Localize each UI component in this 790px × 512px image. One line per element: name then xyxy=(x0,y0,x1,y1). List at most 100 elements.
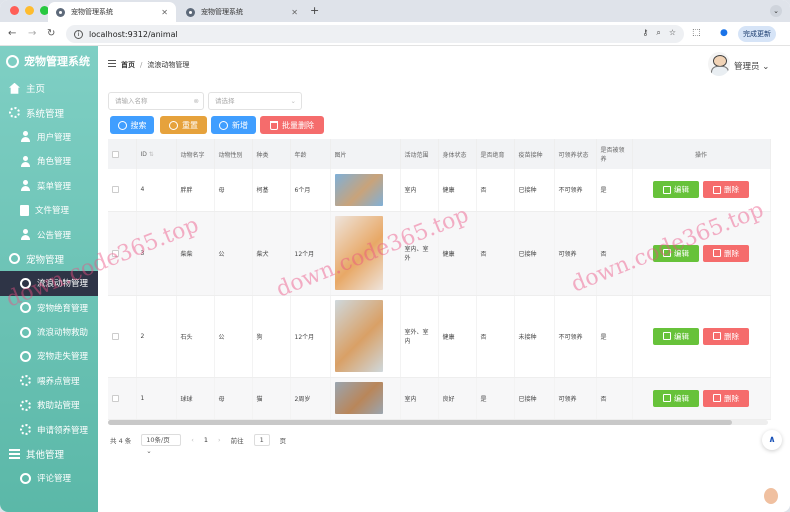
animal-photo[interactable] xyxy=(334,382,383,414)
sidebar-item[interactable]: 公告管理 xyxy=(0,222,98,246)
table-cell: 6个月 xyxy=(290,169,331,212)
table-cell: 柯基 xyxy=(252,169,291,212)
new-tab-icon[interactable]: + xyxy=(310,4,319,17)
delete-button-label: 删除 xyxy=(724,248,739,258)
sidebar-item[interactable]: 菜单管理 xyxy=(0,174,98,198)
delete-button[interactable]: 删除 xyxy=(703,181,749,199)
animal-photo[interactable] xyxy=(334,300,383,372)
person-icon xyxy=(20,131,31,143)
browser-tab-2[interactable]: 宠物管理系统 ✕ xyxy=(178,2,306,22)
profile-icon[interactable]: ● xyxy=(720,28,728,38)
minimize-window-button[interactable] xyxy=(25,6,34,15)
edit-button[interactable]: 编辑 xyxy=(653,389,699,407)
batch-delete-button[interactable]: 批量删除 xyxy=(260,116,324,134)
breadcrumb-home[interactable]: 首页 xyxy=(121,61,135,69)
table-cell: 否 xyxy=(596,377,633,420)
update-button[interactable]: 完成更新 xyxy=(738,26,776,42)
add-button[interactable]: 新增 xyxy=(211,116,256,134)
row-checkbox[interactable] xyxy=(112,186,119,194)
row-checkbox[interactable] xyxy=(112,394,119,402)
sidebar-item[interactable]: 主页 xyxy=(0,76,98,100)
key-icon[interactable]: ⚷ xyxy=(642,28,648,38)
sidebar-item[interactable]: 宠物管理 xyxy=(0,247,98,271)
row-checkbox[interactable] xyxy=(112,249,119,257)
reset-button[interactable]: 重置 xyxy=(160,116,207,134)
delete-button[interactable]: 删除 xyxy=(703,244,749,262)
next-page-button[interactable]: › xyxy=(218,436,221,444)
horizontal-scrollbar[interactable] xyxy=(108,420,768,425)
row-checkbox-cell xyxy=(108,295,137,378)
edit-button[interactable]: 编辑 xyxy=(653,181,699,199)
animal-photo[interactable] xyxy=(334,173,383,206)
zoom-icon[interactable]: ⌕ xyxy=(656,28,660,38)
sidebar-item[interactable]: 喂养点管理 xyxy=(0,369,98,393)
table-body: 4 胖胖母柯基 6个月 室内 健康否已接种 不可领养是编辑 删除 3 柴柴公柴犬 12个月 室内、室… xyxy=(108,169,771,420)
delete-button[interactable]: 删除 xyxy=(703,327,749,345)
goto-page-input[interactable]: 1 xyxy=(253,434,270,446)
pagination: 共 4 条 10条/页 ⌄ ‹ 1 › 前往 1 页 xyxy=(110,434,286,455)
edit-button[interactable]: 编辑 xyxy=(653,244,699,262)
table-cell: 已接种 xyxy=(514,169,555,212)
edit-button[interactable]: 编辑 xyxy=(653,327,699,345)
table-cell: 母 xyxy=(214,169,253,212)
row-checkbox-cell xyxy=(108,377,137,420)
extensions-icon[interactable]: ⬚ xyxy=(692,28,701,38)
tab-list-icon[interactable]: ⌄ xyxy=(770,5,782,17)
back-icon[interactable]: ← xyxy=(8,28,16,39)
close-tab-icon[interactable]: ✕ xyxy=(291,8,298,17)
sidebar-item[interactable]: 评论管理 xyxy=(0,466,98,490)
scrollbar-thumb[interactable] xyxy=(108,420,732,425)
sidebar-item[interactable]: 宠物走失管理 xyxy=(0,344,98,368)
menu-toggle-icon[interactable] xyxy=(108,60,116,67)
animal-photo[interactable] xyxy=(334,216,383,290)
column-header[interactable]: ID ⇅ xyxy=(136,139,177,169)
search-button[interactable]: 搜索 xyxy=(110,116,154,134)
pet-icon xyxy=(9,253,20,265)
url-field[interactable]: i localhost:9312/animal ⚷ ⌕ ☆ xyxy=(66,25,684,43)
avatar[interactable] xyxy=(708,52,730,76)
person-icon xyxy=(20,180,31,192)
sidebar-item[interactable]: 流浪动物救助 xyxy=(0,320,98,344)
forward-icon[interactable]: → xyxy=(28,28,36,39)
page-number[interactable]: 1 xyxy=(204,436,208,444)
sidebar-item[interactable]: 宠物绝育管理 xyxy=(0,296,98,320)
sort-icon[interactable]: ⇅ xyxy=(147,151,154,158)
sidebar-item[interactable]: 申请领养管理 xyxy=(0,417,98,441)
delete-button[interactable]: 删除 xyxy=(703,389,749,407)
select-all-checkbox[interactable] xyxy=(112,150,119,158)
clear-icon: ⊗ xyxy=(193,97,199,105)
chat-avatar-button[interactable] xyxy=(764,488,778,504)
edit-icon xyxy=(663,185,671,194)
close-window-button[interactable] xyxy=(10,6,19,15)
sidebar-item[interactable]: 其他管理 xyxy=(0,442,98,466)
name-search-input[interactable]: 请输入名称 ⊗ xyxy=(108,92,204,110)
sidebar-item[interactable]: 文件管理 xyxy=(0,198,98,222)
sidebar-item[interactable]: 角色管理 xyxy=(0,149,98,173)
close-tab-icon[interactable]: ✕ xyxy=(161,8,168,17)
site-info-icon[interactable]: i xyxy=(74,29,83,39)
column-header: 身体状态 xyxy=(438,139,477,169)
reload-icon[interactable]: ↻ xyxy=(47,28,55,39)
browser-tab-1[interactable]: 宠物管理系统 ✕ xyxy=(48,2,176,22)
sidebar-item-label: 主页 xyxy=(26,84,46,96)
sidebar-item[interactable]: 流浪动物管理 xyxy=(0,271,98,296)
table-cell: 公 xyxy=(214,295,253,378)
sidebar-item[interactable]: 救助站管理 xyxy=(0,393,98,417)
sidebar-item-label: 用户管理 xyxy=(37,132,72,143)
assistant-fab-button[interactable]: ∧ xyxy=(762,430,782,450)
prev-page-button[interactable]: ‹ xyxy=(191,436,194,444)
trash-icon xyxy=(713,185,721,194)
sidebar-item[interactable]: 用户管理 xyxy=(0,125,98,149)
page-size-select[interactable]: 10条/页 ⌄ xyxy=(141,434,182,455)
actions-cell: 编辑 删除 xyxy=(632,377,771,420)
row-checkbox[interactable] xyxy=(112,332,119,340)
user-menu[interactable]: 管理员 ⌄ xyxy=(734,60,769,72)
category-select[interactable]: 请选择 ⌄ xyxy=(208,92,302,110)
star-icon[interactable]: ☆ xyxy=(669,28,676,38)
search-button-label: 搜索 xyxy=(130,120,147,130)
sidebar-item-label: 文件管理 xyxy=(35,206,70,217)
sidebar-item-label: 公告管理 xyxy=(37,230,72,241)
gear-icon xyxy=(9,107,20,119)
sidebar-item[interactable]: 系统管理 xyxy=(0,100,98,124)
gear-icon xyxy=(20,399,31,411)
